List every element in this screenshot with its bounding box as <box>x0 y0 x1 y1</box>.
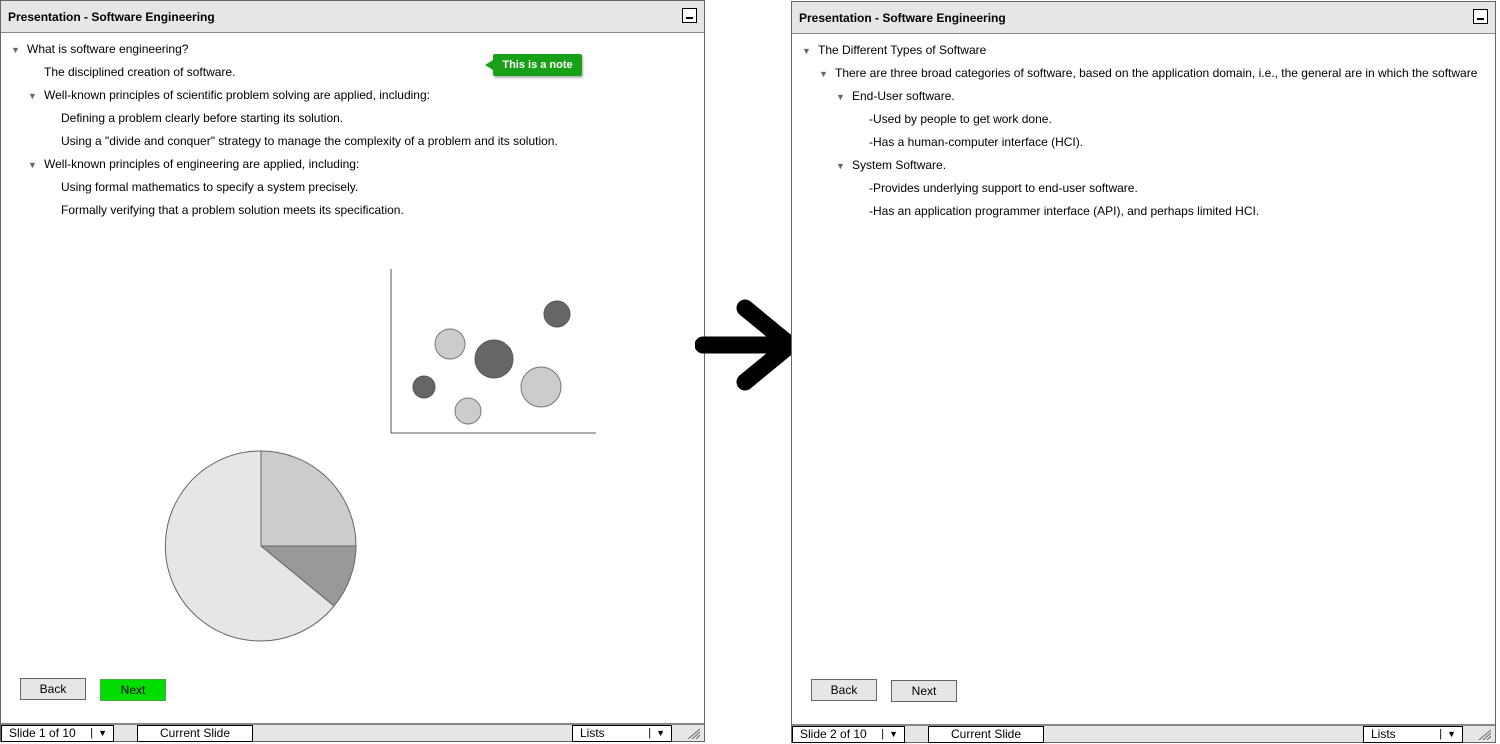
tree-item: -Has an application programmer interface… <box>802 203 1485 226</box>
caret-down-icon: ▼ <box>881 727 898 742</box>
back-button[interactable]: Back <box>20 678 86 700</box>
view-select[interactable]: Lists ▼ <box>572 725 672 742</box>
tree-item-label: -Provides underlying support to end-user… <box>869 181 1138 195</box>
next-button[interactable]: Next <box>100 679 166 701</box>
status-bar: Slide 1 of 10 ▼ Current Slide Lists ▼ <box>1 723 704 742</box>
tree-item-label: -Used by people to get work done. <box>869 112 1052 126</box>
arrow-right-icon <box>695 299 799 391</box>
tree-item-label: There are three broad categories of soft… <box>835 66 1478 80</box>
tree-item[interactable]: ▼ End-User software. <box>802 88 1485 111</box>
minimize-icon[interactable] <box>1473 9 1488 24</box>
tree-item-label: -Has a human-computer interface (HCI). <box>869 135 1084 149</box>
bubble <box>454 397 482 425</box>
tree-item-label: -Has an application programmer interface… <box>869 204 1260 218</box>
triangle-down-icon[interactable]: ▼ <box>819 66 835 82</box>
slide2-window: Presentation - Software Engineering ▼ The… <box>791 1 1496 743</box>
caret-down-icon: ▼ <box>90 726 107 741</box>
current-slide-button[interactable]: Current Slide <box>137 725 253 742</box>
slide-select[interactable]: Slide 2 of 10 ▼ <box>792 726 905 743</box>
bubble <box>412 375 436 399</box>
tree-item[interactable]: ▼ System Software. <box>802 157 1485 180</box>
tree-item-label: System Software. <box>852 158 947 172</box>
tree-item: -Provides underlying support to end-user… <box>802 180 1485 203</box>
bubble <box>520 366 562 408</box>
status-bar: Slide 2 of 10 ▼ Current Slide Lists ▼ <box>792 724 1495 743</box>
bubble-chart-placeholder <box>390 269 596 434</box>
tree-item-label: End-User software. <box>852 89 955 103</box>
bubble <box>543 300 571 328</box>
pie-chart-placeholder <box>164 450 357 642</box>
tree-item: -Has a human-computer interface (HCI). <box>802 134 1485 157</box>
slide-select-value: Slide 2 of 10 <box>800 727 867 741</box>
outline-tree: ▼ The Different Types of Software ▼ There a… <box>802 42 1485 226</box>
view-select-value: Lists <box>1371 727 1396 741</box>
triangle-down-icon[interactable]: ▼ <box>836 89 852 105</box>
tree-item[interactable]: ▼ The Different Types of Software <box>802 42 1485 65</box>
view-select-value: Lists <box>580 726 605 740</box>
chart-placeholders <box>164 269 596 642</box>
bubble <box>434 328 466 360</box>
bubble <box>474 339 514 379</box>
tree-item[interactable]: ▼ There are three broad categories of sof… <box>802 65 1485 88</box>
back-button[interactable]: Back <box>811 679 877 701</box>
triangle-down-icon[interactable]: ▼ <box>802 43 818 59</box>
tree-item: -Used by people to get work done. <box>802 111 1485 134</box>
slide1-window: Presentation - Software Engineering ▼ Wha… <box>0 0 705 742</box>
current-slide-button[interactable]: Current Slide <box>928 726 1044 743</box>
window-title: Presentation - Software Engineering <box>792 2 1495 34</box>
tree-item-label: The Different Types of Software <box>818 43 987 57</box>
slide-select[interactable]: Slide 1 of 10 ▼ <box>1 725 114 742</box>
resize-grip-icon[interactable] <box>1477 728 1491 740</box>
caret-down-icon: ▼ <box>1439 727 1456 742</box>
caret-down-icon: ▼ <box>648 726 665 741</box>
view-select[interactable]: Lists ▼ <box>1363 726 1463 743</box>
resize-grip-icon[interactable] <box>686 727 700 739</box>
next-button[interactable]: Next <box>891 680 957 702</box>
pie-slice <box>260 450 357 547</box>
triangle-down-icon[interactable]: ▼ <box>836 158 852 174</box>
slide-select-value: Slide 1 of 10 <box>9 726 76 740</box>
